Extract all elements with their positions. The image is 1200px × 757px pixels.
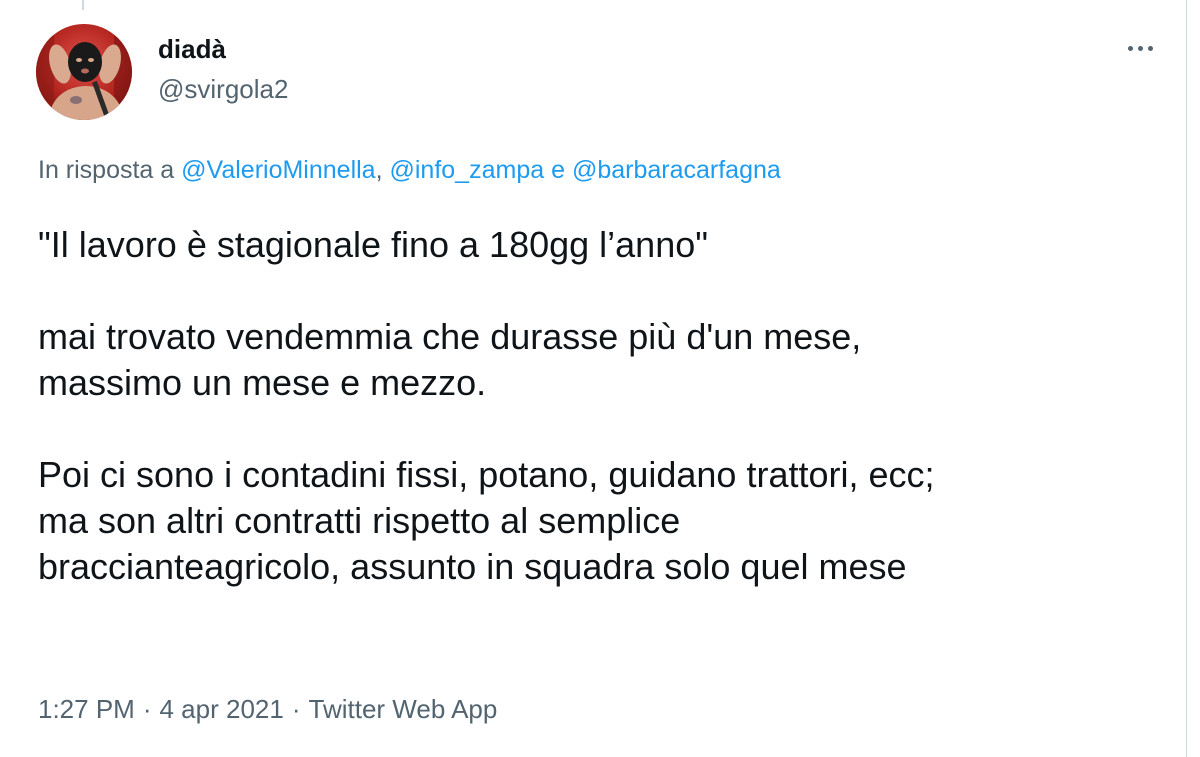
tweet-timestamp-date[interactable]: 4 apr 2021 — [160, 694, 284, 724]
avatar-image — [36, 24, 132, 120]
tweet-line: braccianteagricolo, assunto in squadra s… — [38, 546, 907, 587]
reply-context: In risposta a @ValerioMinnella, @info_za… — [38, 156, 781, 185]
reply-context-comma: , — [375, 156, 383, 184]
reply-context-conjunction[interactable]: e — [551, 156, 565, 184]
tweet-source-link[interactable]: Twitter Web App — [309, 694, 498, 724]
thread-connector-line — [82, 0, 84, 10]
tweet-metadata: 1:27 PM · 4 apr 2021 · Twitter Web App — [38, 694, 497, 725]
mention-link[interactable]: @ValerioMinnella — [181, 156, 375, 184]
more-options-button[interactable] — [1118, 30, 1162, 66]
meta-separator: · — [291, 694, 301, 724]
tweet-line: massimo un mese e mezzo. — [38, 362, 487, 403]
mention-link[interactable]: @barbaracarfagna — [572, 156, 781, 184]
tweet-text: "Il lavoro è stagionale fino a 180gg l’a… — [38, 222, 1168, 590]
tweet-line: "Il lavoro è stagionale fino a 180gg l’a… — [38, 224, 709, 265]
more-horizontal-icon — [1127, 45, 1153, 51]
tweet-line: ma son altri contratti rispetto al sempl… — [38, 500, 681, 541]
author-display-name[interactable]: diadà — [158, 34, 226, 65]
avatar[interactable] — [36, 24, 132, 120]
tweet-card: diadà @svirgola2 In risposta a @ValerioM… — [0, 0, 1187, 757]
reply-context-prefix: In risposta a — [38, 156, 175, 184]
tweet-timestamp-time[interactable]: 1:27 PM — [38, 694, 135, 724]
tweet-line: Poi ci sono i contadini fissi, potano, g… — [38, 454, 935, 495]
author-handle[interactable]: @svirgola2 — [158, 74, 288, 105]
meta-separator: · — [142, 694, 152, 724]
mention-link[interactable]: @info_zampa — [390, 156, 545, 184]
tweet-line: mai trovato vendemmia che durasse più d'… — [38, 316, 862, 357]
